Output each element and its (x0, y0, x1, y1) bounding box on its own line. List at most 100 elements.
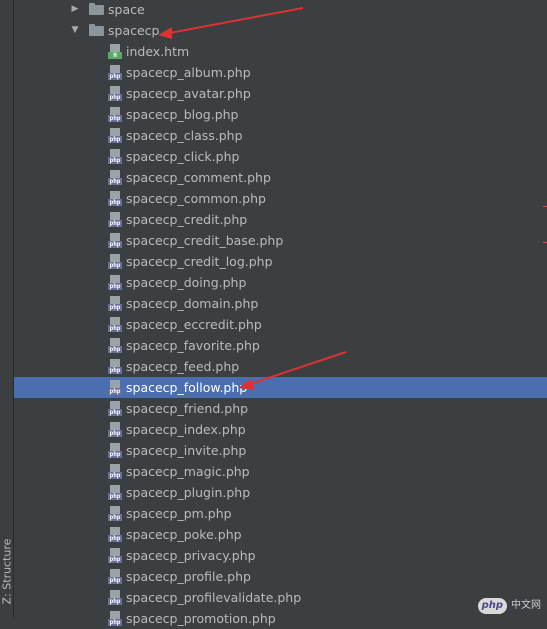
file-row[interactable]: php spacecp_favorite.php (14, 335, 547, 356)
folder-row-spacecp[interactable]: ▼ spacecp (14, 20, 547, 41)
file-row[interactable]: php spacecp_comment.php (14, 167, 547, 188)
structure-tab[interactable]: Z: Structure (1, 539, 14, 605)
expanded-arrow-icon[interactable]: ▼ (69, 20, 81, 41)
php-file-icon: php (108, 191, 122, 206)
php-file-icon: php (108, 65, 122, 80)
file-row[interactable]: php spacecp_credit_log.php (14, 251, 547, 272)
file-row[interactable]: php spacecp_feed.php (14, 356, 547, 377)
file-label: spacecp_follow.php (126, 380, 248, 395)
php-file-icon: php (108, 233, 122, 248)
php-file-icon: php (108, 422, 122, 437)
file-row[interactable]: php spacecp_class.php (14, 125, 547, 146)
file-label: spacecp_avatar.php (126, 86, 251, 101)
watermark-text: 中文网 (511, 600, 541, 611)
php-file-icon: php (108, 464, 122, 479)
file-label: spacecp_promotion.php (126, 611, 276, 626)
file-label: spacecp_eccredit.php (126, 317, 262, 332)
file-label: spacecp_index.php (126, 422, 246, 437)
file-label: spacecp_class.php (126, 128, 243, 143)
file-label: index.htm (126, 44, 190, 59)
file-label: spacecp_favorite.php (126, 338, 260, 353)
file-row[interactable]: php spacecp_avatar.php (14, 83, 547, 104)
file-label: spacecp_profilevalidate.php (126, 590, 302, 605)
file-label: spacecp_feed.php (126, 359, 240, 374)
file-label: spacecp_click.php (126, 149, 240, 164)
folder-icon (89, 3, 104, 15)
php-file-icon: php (108, 380, 122, 395)
project-tree: ▶ space ▼ spacecp Hindex.htm php spacecp_album… (14, 0, 547, 626)
file-row[interactable]: php spacecp_credit.php (14, 209, 547, 230)
file-row[interactable]: php spacecp_magic.php (14, 461, 547, 482)
collapsed-arrow-icon[interactable]: ▶ (69, 0, 81, 20)
file-label: spacecp_doing.php (126, 275, 247, 290)
file-row[interactable]: php spacecp_follow.php (14, 377, 547, 398)
watermark-logo: php (477, 598, 507, 614)
file-row[interactable]: php spacecp_eccredit.php (14, 314, 547, 335)
file-row[interactable]: php spacecp_credit_base.php (14, 230, 547, 251)
php-file-icon: php (108, 317, 122, 332)
file-row[interactable]: php spacecp_domain.php (14, 293, 547, 314)
file-label: spacecp_plugin.php (126, 485, 251, 500)
file-row[interactable]: php spacecp_poke.php (14, 524, 547, 545)
file-label: spacecp_invite.php (126, 443, 247, 458)
file-row[interactable]: php spacecp_friend.php (14, 398, 547, 419)
file-row[interactable]: php spacecp_profile.php (14, 566, 547, 587)
file-row[interactable]: php spacecp_click.php (14, 146, 547, 167)
file-row[interactable]: php spacecp_profilevalidate.php (14, 587, 547, 608)
file-label: spacecp_comment.php (126, 170, 271, 185)
file-label: spacecp_album.php (126, 65, 251, 80)
file-row[interactable]: php spacecp_blog.php (14, 104, 547, 125)
file-label: spacecp_blog.php (126, 107, 239, 122)
file-label: spacecp_poke.php (126, 527, 242, 542)
file-row[interactable]: php spacecp_index.php (14, 419, 547, 440)
file-row[interactable]: php spacecp_promotion.php (14, 608, 547, 629)
php-file-icon: php (108, 485, 122, 500)
php-file-icon: php (108, 527, 122, 542)
left-tool-strip: Z: Structure (0, 0, 14, 618)
php-file-icon: php (108, 590, 122, 605)
file-label: spacecp_credit_log.php (126, 254, 273, 269)
folder-label: spacecp (108, 23, 160, 38)
folder-label: space (108, 2, 145, 17)
file-label: spacecp_domain.php (126, 296, 259, 311)
php-file-icon: php (108, 443, 122, 458)
watermark: php 中文网 (477, 598, 541, 614)
folder-icon (89, 24, 104, 36)
file-label: spacecp_privacy.php (126, 548, 256, 563)
php-file-icon: php (108, 212, 122, 227)
php-file-icon: php (108, 506, 122, 521)
php-file-icon: php (108, 401, 122, 416)
file-label: spacecp_friend.php (126, 401, 249, 416)
folder-row-space[interactable]: ▶ space (14, 0, 547, 20)
file-row[interactable]: php spacecp_privacy.php (14, 545, 547, 566)
htm-file-icon: H (108, 44, 122, 59)
file-row[interactable]: Hindex.htm (14, 41, 547, 62)
file-row[interactable]: php spacecp_doing.php (14, 272, 547, 293)
php-file-icon: php (108, 569, 122, 584)
file-row[interactable]: php spacecp_common.php (14, 188, 547, 209)
file-row[interactable]: php spacecp_plugin.php (14, 482, 547, 503)
php-file-icon: php (108, 611, 122, 626)
php-file-icon: php (108, 107, 122, 122)
php-file-icon: php (108, 149, 122, 164)
file-label: spacecp_credit_base.php (126, 233, 284, 248)
file-row[interactable]: php spacecp_pm.php (14, 503, 547, 524)
file-label: spacecp_profile.php (126, 569, 251, 584)
file-row[interactable]: php spacecp_album.php (14, 62, 547, 83)
file-label: spacecp_common.php (126, 191, 266, 206)
gutter-marker (543, 242, 547, 243)
php-file-icon: php (108, 296, 122, 311)
php-file-icon: php (108, 254, 122, 269)
file-label: spacecp_magic.php (126, 464, 250, 479)
php-file-icon: php (108, 359, 122, 374)
php-file-icon: php (108, 548, 122, 563)
php-file-icon: php (108, 275, 122, 290)
file-label: spacecp_credit.php (126, 212, 248, 227)
file-row[interactable]: php spacecp_invite.php (14, 440, 547, 461)
php-file-icon: php (108, 128, 122, 143)
gutter-marker (543, 206, 547, 207)
php-file-icon: php (108, 170, 122, 185)
php-file-icon: php (108, 86, 122, 101)
file-label: spacecp_pm.php (126, 506, 232, 521)
php-file-icon: php (108, 338, 122, 353)
